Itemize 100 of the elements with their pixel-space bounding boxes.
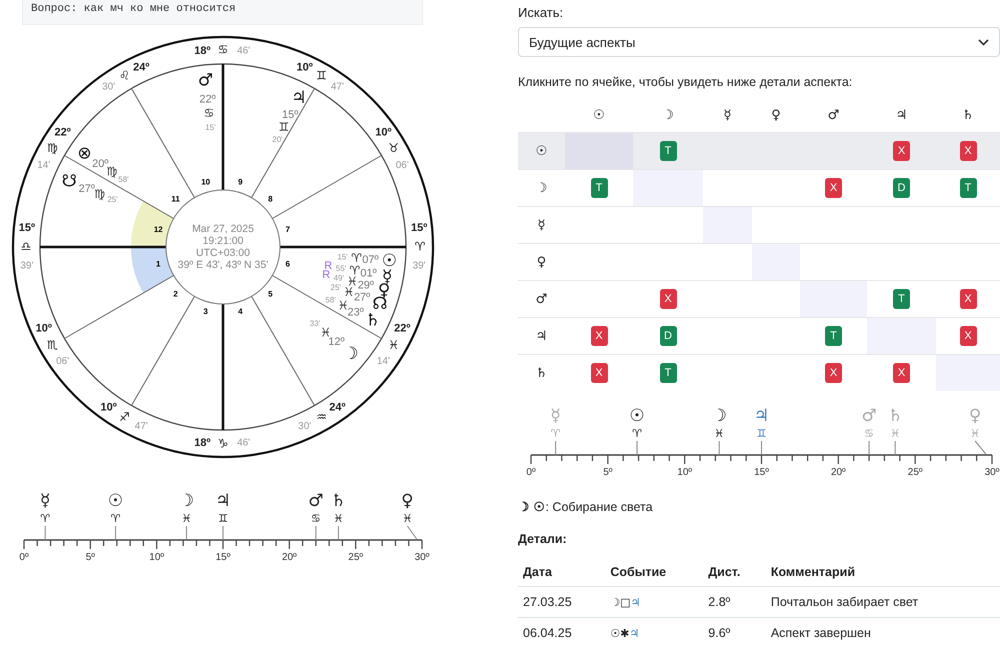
cusp-degree: 24º [329,401,346,414]
marker-line [44,526,46,540]
planet-degree: 29º [358,280,374,292]
tick-label: 5º [603,467,612,478]
planet-minutes: 25' [330,283,341,292]
sign-glyph: ♌ [119,68,130,83]
planet-glyph: ☽ [343,344,359,364]
sign-glyph: ♊ [316,68,327,83]
tick-label: 25º [908,467,923,478]
cusp-degree: 22º [54,126,71,138]
column-header: ☽ [662,108,674,123]
sign-glyph: ♍ [106,164,118,178]
aspect-badge[interactable]: X [590,326,608,346]
hint-text: Кликните по ячейке, чтобы увидеть ниже детали аспекта: [518,75,854,89]
planet-degree: 23º [348,306,364,318]
grid-row[interactable]: ♂ X T X [518,280,1000,318]
cusp-minutes: 47' [330,81,344,92]
marker-line [868,440,870,456]
planet-glyph: ♄ [330,491,346,511]
column-header: Событие [605,558,704,586]
tick-label: 20º [830,467,846,478]
planet-glyph: ♂ [861,406,877,426]
cusp-minutes: 46' [237,438,250,449]
aspect-badge[interactable]: X [825,178,842,198]
house-number: 4 [238,306,243,316]
sign-glyph: ♈ [632,427,642,440]
aspect-badge[interactable]: T [590,178,608,198]
aspect-title: ☽ ☉: Собирание света [518,499,654,514]
column-header: ☉ [593,108,605,123]
grid-row[interactable]: ♀ [518,244,1000,280]
planet-minutes: 58' [118,175,129,184]
planet-glyph: ☿ [40,491,50,511]
cusp-minutes: 14' [376,356,390,368]
planet-glyph: ☽ [178,491,194,511]
aspect-badge[interactable]: D [893,178,910,198]
planet-minutes: 15' [205,122,216,132]
sign-glyph: ♑ [218,436,228,450]
sign-glyph: ♒ [316,410,327,424]
marker-line [636,440,638,456]
aspect-badge[interactable]: T [960,178,976,198]
row-header: ♃ [536,328,548,344]
marker-line [894,440,896,456]
planet-glyph: ♄ [365,310,380,331]
marker-line [115,526,116,540]
aspect-badge[interactable]: D [660,326,676,346]
planet-glyph: ☉ [629,406,645,426]
aspect-badge[interactable]: X [960,141,976,161]
search-label: Искать: [518,5,564,20]
aspect-badge[interactable]: X [590,363,608,383]
planet-glyph: ♀ [401,491,414,511]
aspect-badge[interactable]: T [825,326,842,346]
search-select[interactable]: Будущие аспекты [518,27,1000,57]
planet-degree: 12º [328,336,344,348]
grid-row[interactable]: ☿ [518,206,1000,244]
planet-glyph: ☉ [108,491,124,511]
column-header: ♂ [828,108,840,123]
cusp-degree: 18º [194,44,211,57]
planet-minutes: 58' [325,295,336,304]
sign-glyph: ♋ [218,42,228,56]
aspect-badge[interactable]: X [893,363,910,383]
planet-glyph: ♃ [291,88,306,108]
planet-minutes: 55' [336,264,346,273]
tick-label: 15º [216,552,230,563]
chart-info: Mar 27, 2025 [192,222,254,235]
tick-label: 30º [984,467,1000,478]
cusp-minutes: 47' [134,420,148,432]
tick-label: 25º [348,552,364,563]
aspect-badge[interactable]: T [660,363,676,383]
marker-line [761,440,762,456]
grid-row[interactable]: ♄ X T X X [518,354,1000,391]
column-header: Комментарий [766,558,1000,586]
chevron-icon [978,38,989,46]
planet-glyph: ☽ [712,406,727,426]
aspect-badge[interactable]: X [825,363,842,383]
aspect-badge[interactable]: T [660,141,676,161]
aspect-badge[interactable]: X [893,141,910,161]
house-number: 7 [286,224,290,234]
planet-degree: 27º [78,183,95,196]
planet-degree: 20º [92,158,108,170]
planet-minutes: 15' [337,252,348,262]
sign-glyph: ♈ [110,512,120,525]
grid-row[interactable]: ☽ T X D T [518,170,1000,206]
row-header: ♂ [536,292,548,306]
planet-degree: 15º [282,109,298,122]
cusp-minutes: 06' [396,160,409,171]
grid-row[interactable]: ☉ T X X [518,132,1000,170]
sign-glyph: ♓ [970,427,980,440]
house-number: 9 [238,177,243,186]
cusp-minutes: 14' [37,160,50,171]
aspect-badge[interactable]: X [960,289,976,309]
planet-glyph: ♄ [888,406,903,426]
sign-glyph: ♈ [351,250,362,265]
sign-glyph: ♎ [20,239,32,254]
marker-line [338,526,339,540]
aspect-badge[interactable]: X [660,289,676,309]
chart-info: UTC+03:00 [196,246,250,259]
aspect-badge[interactable]: T [893,289,910,309]
aspect-badge[interactable]: X [960,326,976,346]
comment-cell: Аспект завершен [766,618,1000,645]
grid-row[interactable]: ♃ X D T X [518,318,1000,354]
